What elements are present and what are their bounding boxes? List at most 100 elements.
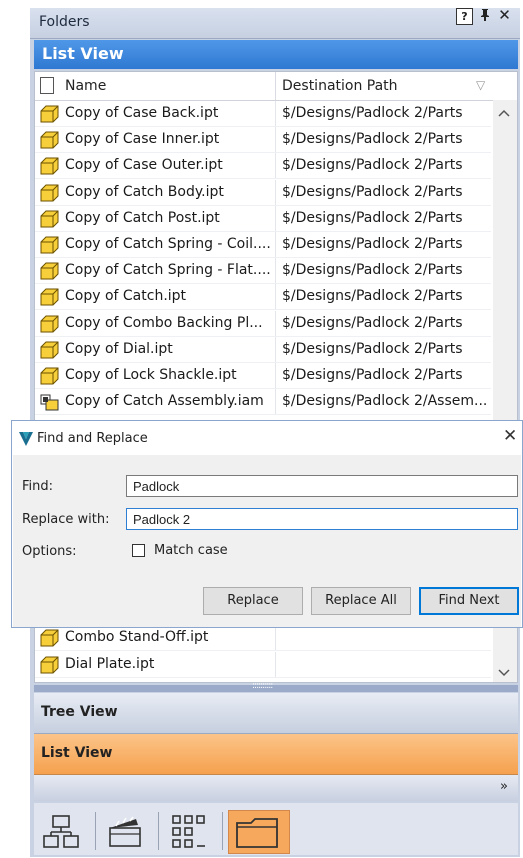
- clapperboard-icon-button[interactable]: [100, 810, 150, 854]
- file-name: Dial Plate.ipt: [65, 655, 155, 672]
- panel-titlebar: Folders: [30, 8, 520, 39]
- table-row[interactable]: Copy of Case Outer.ipt $/Designs/Padlock …: [35, 153, 491, 180]
- part-icon: [40, 367, 59, 385]
- destination-path: $/Designs/Padlock 2/Parts: [282, 131, 463, 148]
- destination-path: $/Designs/Padlock 2/Parts: [282, 183, 463, 200]
- table-row[interactable]: Copy of Catch.ipt $/Designs/Padlock 2/Par…: [35, 284, 491, 311]
- column-separator: [275, 651, 276, 678]
- table-row[interactable]: Copy of Combo Backing Pl... $/Designs/Pad…: [35, 310, 491, 337]
- replace-all-button[interactable]: Replace All: [311, 587, 411, 615]
- scroll-up-icon[interactable]: [498, 106, 510, 120]
- part-icon: [40, 315, 59, 333]
- table-row[interactable]: Copy of Catch Spring - Coil.... $/Designs…: [35, 232, 491, 258]
- part-icon: [40, 157, 59, 175]
- column-separator: [275, 625, 276, 651]
- table-row[interactable]: Copy of Catch Body.ipt $/Designs/Padlock …: [35, 179, 491, 206]
- sort-indicator-icon[interactable]: ▽: [476, 78, 485, 92]
- dialog-title: Find and Replace: [37, 431, 148, 446]
- find-input[interactable]: [126, 475, 518, 497]
- tab-list-view-label: List View: [41, 745, 113, 761]
- replace-with-label: Replace with:: [22, 512, 110, 527]
- row-divider: [35, 676, 491, 678]
- destination-path: $/Designs/Padlock 2/Parts: [282, 262, 463, 279]
- pin-icon[interactable]: [477, 8, 492, 23]
- part-icon: [40, 629, 59, 647]
- file-name: Copy of Case Back.ipt: [65, 105, 219, 121]
- tab-list-view[interactable]: List View: [34, 734, 518, 775]
- part-icon: [40, 288, 59, 306]
- dialog-close-icon[interactable]: ✕: [503, 426, 517, 446]
- file-name: Copy of Case Inner.ipt: [65, 131, 220, 148]
- file-name: Copy of Combo Backing Pl...: [65, 314, 263, 331]
- more-tabs-bar[interactable]: »: [34, 775, 518, 801]
- column-separator: [275, 127, 276, 154]
- splitter-grip[interactable]: ::::::::::: [252, 681, 273, 691]
- table-row[interactable]: Combo Stand-Off.ipt: [35, 625, 491, 651]
- row-divider: [35, 414, 491, 416]
- column-separator: [275, 336, 276, 363]
- match-case-checkbox[interactable]: [132, 544, 145, 557]
- table-row[interactable]: Copy of Case Inner.ipt $/Designs/Padlock …: [35, 127, 491, 154]
- column-header-name[interactable]: Name: [65, 78, 106, 94]
- table-row[interactable]: Copy of Lock Shackle.ipt $/Designs/Padloc…: [35, 363, 491, 389]
- hierarchy-view-button[interactable]: [38, 810, 88, 854]
- panel-close-icon[interactable]: ✕: [497, 8, 512, 23]
- replace-with-input[interactable]: [126, 508, 518, 530]
- table-row[interactable]: Copy of Catch Post.ipt $/Designs/Padlock …: [35, 205, 491, 232]
- file-name: Copy of Catch Assembly.iam: [65, 393, 264, 410]
- help-icon[interactable]: ?: [456, 8, 473, 25]
- part-icon: [40, 184, 59, 202]
- part-icon: [40, 210, 59, 228]
- table-row[interactable]: Dial Plate.ipt: [35, 651, 491, 678]
- scroll-down-icon[interactable]: [498, 666, 510, 680]
- file-name: Copy of Lock Shackle.ipt: [65, 367, 237, 383]
- more-tabs-icon[interactable]: »: [500, 779, 508, 794]
- part-icon: [40, 656, 59, 674]
- column-separator: [275, 179, 276, 206]
- table-row[interactable]: Copy of Catch Spring - Flat.... $/Designs…: [35, 258, 491, 285]
- part-icon: [40, 236, 59, 254]
- file-name: Copy of Catch Post.ipt: [65, 209, 220, 226]
- destination-path: $/Designs/Padlock 2/Parts: [282, 157, 463, 174]
- column-separator[interactable]: [275, 72, 276, 100]
- column-separator: [275, 363, 276, 389]
- destination-path: $/Designs/Padlock 2/Parts: [282, 105, 463, 121]
- column-separator: [275, 101, 276, 127]
- table-row[interactable]: Copy of Dial.ipt $/Designs/Padlock 2/Part…: [35, 336, 491, 363]
- file-name: Copy of Catch Spring - Flat....: [65, 262, 271, 279]
- autodesk-logo-icon: [19, 431, 33, 450]
- tab-tree-view-label: Tree View: [41, 704, 118, 720]
- destination-path: $/Designs/Padlock 2/Assem...: [282, 393, 488, 410]
- destination-path: $/Designs/Padlock 2/Parts: [282, 209, 463, 226]
- column-separator: [275, 258, 276, 285]
- column-header-destination-path[interactable]: Destination Path: [282, 78, 398, 94]
- part-icon: [40, 105, 59, 123]
- match-case-label[interactable]: Match case: [154, 543, 228, 558]
- grid-view-button[interactable]: [165, 810, 215, 854]
- table-row[interactable]: Copy of Case Back.ipt $/Designs/Padlock 2…: [35, 101, 491, 127]
- column-separator: [275, 205, 276, 232]
- destination-path: $/Designs/Padlock 2/Parts: [282, 288, 463, 305]
- destination-path: $/Designs/Padlock 2/Parts: [282, 367, 463, 383]
- column-separator: [275, 232, 276, 258]
- tab-tree-view[interactable]: Tree View: [34, 693, 518, 734]
- file-name: Copy of Catch.ipt: [65, 288, 187, 305]
- column-separator: [275, 284, 276, 311]
- find-label: Find:: [22, 479, 54, 494]
- column-header-row: Name Destination Path ▽: [35, 72, 517, 101]
- folders-button[interactable]: [228, 810, 290, 854]
- toolbar-separator: [158, 812, 159, 850]
- destination-path: $/Designs/Padlock 2/Parts: [282, 340, 463, 357]
- file-name: Copy of Case Outer.ipt: [65, 157, 223, 174]
- find-next-button[interactable]: Find Next: [419, 587, 519, 615]
- file-name: Copy of Catch Spring - Coil....: [65, 236, 271, 252]
- table-row[interactable]: Copy of Catch Assembly.iam $/Designs/Padl…: [35, 389, 491, 416]
- destination-path: $/Designs/Padlock 2/Parts: [282, 314, 463, 331]
- pane-splitter[interactable]: ::::::::::: [34, 681, 518, 692]
- column-separator: [275, 389, 276, 416]
- part-icon: [40, 131, 59, 149]
- toolbar-separator: [222, 812, 223, 850]
- document-icon: [40, 77, 54, 94]
- panel-title: Folders: [39, 14, 90, 30]
- replace-button[interactable]: Replace: [203, 587, 303, 615]
